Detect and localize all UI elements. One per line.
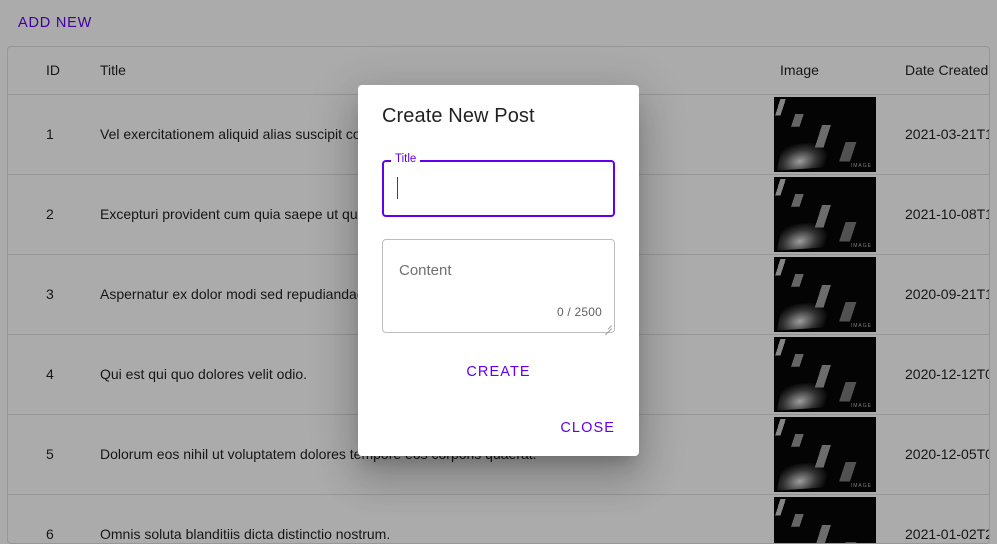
create-post-dialog: Create New Post Title Content 0 / 2500 C… (358, 85, 639, 456)
character-counter: 0 / 2500 (557, 305, 602, 319)
dialog-actions: CLOSE (358, 404, 639, 456)
dialog-title: Create New Post (382, 105, 535, 127)
title-field-wrapper: Title (382, 152, 615, 217)
app-root: ADD NEW ID Title Image Date Created 1 Ve… (0, 0, 997, 544)
create-button[interactable]: CREATE (456, 358, 540, 386)
title-input[interactable] (382, 160, 615, 217)
dialog-content: Title Content 0 / 2500 CREATE (358, 136, 639, 404)
create-button-row: CREATE (382, 333, 615, 404)
close-button[interactable]: CLOSE (550, 414, 625, 442)
content-field-wrapper: Content 0 / 2500 (382, 239, 615, 333)
text-caret (397, 177, 398, 199)
